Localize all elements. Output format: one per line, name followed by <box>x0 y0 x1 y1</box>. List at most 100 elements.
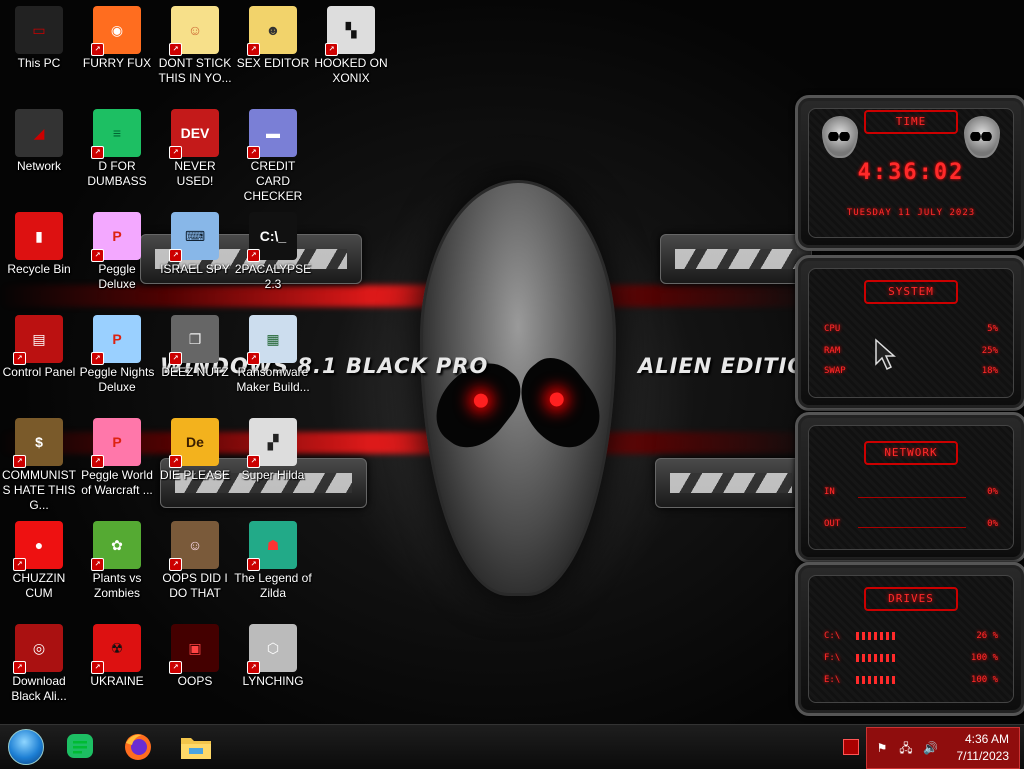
gadget-clock: 4:36:02 <box>857 160 965 185</box>
radiation-icon: ☢ ↗ <box>91 624 141 674</box>
desktop-icon-label: The Legend of Zilda <box>234 571 312 600</box>
desktop-icon-label: Recycle Bin <box>7 262 71 276</box>
shortcut-arrow-icon: ↗ <box>169 455 182 468</box>
taskbar-app-firefox[interactable] <box>118 729 158 765</box>
drive-row: E:\ 100 % <box>824 675 998 685</box>
tray-overflow-icon[interactable] <box>843 739 859 755</box>
desktop-icon-label: FURRY FUX <box>82 56 152 70</box>
desktop-icon-network[interactable]: ◢ Network <box>0 105 78 174</box>
taskbar-app-chat[interactable] <box>60 729 100 765</box>
time-gadget[interactable]: TIME 4:36:02 TUESDAY 11 JULY 2023 <box>795 95 1024 251</box>
taskbar-clock[interactable]: 4:36 AM 7/11/2023 <box>957 731 1010 765</box>
green-chat-icon <box>67 734 93 758</box>
shortcut-arrow-icon: ↗ <box>169 43 182 56</box>
desktop-icon-oops-did-i-do-that[interactable]: ☺ ↗ OOPS DID I DO THAT <box>156 517 234 601</box>
desktop-icon-super-hilda[interactable]: ▞ ↗ Super Hilda <box>234 414 312 483</box>
desktop-icon-dont-stick-this-in-yo[interactable]: ☺ ↗ DONT STICK THIS IN YO... <box>156 2 234 86</box>
recycle-bin-icon: ▮ <box>15 212 63 260</box>
desktop-icon-label: Ransomware Maker Build... <box>236 365 310 394</box>
portrait-painting-icon: ☺ ↗ <box>169 521 219 571</box>
desktop-icon-control-panel[interactable]: ▤ ↗ Control Panel <box>0 311 78 380</box>
desktop-icon-israel-spy[interactable]: ⌨ ↗ ISRAEL SPY <box>156 208 234 277</box>
shortcut-arrow-icon: ↗ <box>247 146 260 159</box>
credit-card-icon: ▬ ↗ <box>247 109 297 159</box>
desktop-icon-sex-editor[interactable]: ☻ ↗ SEX EDITOR <box>234 2 312 71</box>
desktop-icon-hooked-on-xonix[interactable]: ▚ ↗ HOOKED ON XONIX <box>312 2 390 86</box>
firefox-icon <box>125 734 151 760</box>
desktop-icon-peggle-deluxe[interactable]: P ↗ Peggle Deluxe <box>78 208 156 292</box>
shortcut-arrow-icon: ↗ <box>91 558 104 571</box>
system-row: CPU 5% <box>824 324 998 334</box>
system-tray: ⚑ 🖧 🔊 4:36 AM 7/11/2023 <box>866 727 1020 769</box>
desktop-icon-oops[interactable]: ▣ ↗ OOPS <box>156 620 234 689</box>
metal-plate <box>655 458 807 508</box>
drive-usage-bar <box>856 654 896 662</box>
xonix-game-icon: ▚ ↗ <box>325 6 375 56</box>
desktop-icon-label: DONT STICK THIS IN YO... <box>158 56 232 85</box>
system-gadget[interactable]: SYSTEM CPU 5% RAM 25% SWAP 18% <box>795 255 1024 411</box>
adobe-dimension-icon: De ↗ <box>169 418 219 468</box>
desktop-icon-furry-fux[interactable]: ◉ ↗ FURRY FUX <box>78 2 156 71</box>
network-gadget-header: NETWORK <box>864 441 958 465</box>
network-gadget[interactable]: NETWORK IN 0% OUT 0% <box>795 412 1024 563</box>
drives-gadget[interactable]: DRIVES C:\ 26 % F:\ 100 % E:\ 100 % <box>795 562 1024 716</box>
desktop-icon-download-black-ali[interactable]: ◎ ↗ Download Black Ali... <box>0 620 78 704</box>
shortcut-arrow-icon: ↗ <box>247 249 260 262</box>
system-row: SWAP 18% <box>824 366 998 376</box>
shortcut-arrow-icon: ↗ <box>91 455 104 468</box>
monitor-icon: ▭ <box>15 6 63 54</box>
volume-icon[interactable]: 🔊 <box>923 741 938 755</box>
desktop-icon-2pacalypse-2-3[interactable]: C:\_ ↗ 2PACALYPSE 2.3 <box>234 208 312 292</box>
peggle-nights-icon: P ↗ <box>91 315 141 365</box>
start-button[interactable] <box>6 729 46 765</box>
desktop-icon-chuzzin-cum[interactable]: ● ↗ CHUZZIN CUM <box>0 517 78 601</box>
desktop-icon-communists-hate-this-g[interactable]: $ ↗ COMMUNISTS HATE THIS G... <box>0 414 78 513</box>
desktop-icon-this-pc[interactable]: ▭ This PC <box>0 2 78 71</box>
drives-gadget-header: DRIVES <box>864 587 958 611</box>
desktop-icon-label: Control Panel <box>2 365 76 379</box>
firefox-icon: ◉ ↗ <box>91 6 141 56</box>
desktop-icon-deez-nutz[interactable]: ❐ ↗ DEEZ NUTZ <box>156 311 234 380</box>
shortcut-arrow-icon: ↗ <box>169 249 182 262</box>
desktop-icon-peggle-nights-deluxe[interactable]: P ↗ Peggle Nights Deluxe <box>78 311 156 395</box>
metal-plate <box>660 234 812 284</box>
control-panel-icon: ▤ ↗ <box>13 315 63 365</box>
time-gadget-header: TIME <box>864 110 958 134</box>
desktop-icon-d-for-dumbass[interactable]: ≡ ↗ D FOR DUMBASS <box>78 105 156 189</box>
drive-row: F:\ 100 % <box>824 653 998 663</box>
network-status-icon[interactable]: 🖧 <box>899 741 913 755</box>
shortcut-arrow-icon: ↗ <box>247 352 260 365</box>
peggle-wow-icon: P ↗ <box>91 418 141 468</box>
desktop-icon-never-used[interactable]: DEV ↗ NEVER USED! <box>156 105 234 189</box>
desktop-icon-ukraine[interactable]: ☢ ↗ UKRAINE <box>78 620 156 689</box>
desktop-icon-lynching[interactable]: ⬡ ↗ LYNCHING <box>234 620 312 689</box>
desktop-icon-ransomware-maker-build[interactable]: ▦ ↗ Ransomware Maker Build... <box>234 311 312 395</box>
desktop-icon-label: Peggle Nights Deluxe <box>79 365 155 394</box>
desktop-icon-die-please[interactable]: De ↗ DIE PLEASE <box>156 414 234 483</box>
desktop-icon-label: Plants vs Zombies <box>92 571 142 600</box>
action-center-flag-icon[interactable]: ⚑ <box>875 741 889 755</box>
stacked-windows-icon: ❐ ↗ <box>169 315 219 365</box>
mouse-cursor-icon <box>875 338 896 371</box>
shortcut-arrow-icon: ↗ <box>169 558 182 571</box>
network-row: OUT 0% <box>824 519 998 529</box>
desktop-icon-label: CHUZZIN CUM <box>12 571 66 600</box>
desktop-icon-label: HOOKED ON XONIX <box>314 56 388 85</box>
taskbar-date: 7/11/2023 <box>956 749 1010 763</box>
shortcut-arrow-icon: ↗ <box>91 43 104 56</box>
money-bag-icon: $ ↗ <box>13 418 63 468</box>
desktop-icon-plants-vs-zombies[interactable]: ✿ ↗ Plants vs Zombies <box>78 517 156 601</box>
hex-emblem-icon: ⬡ ↗ <box>247 624 297 674</box>
peggle-icon: P ↗ <box>91 212 141 262</box>
desktop-icon-label: OOPS DID I DO THAT <box>162 571 228 600</box>
desktop-icon-label: Download Black Ali... <box>11 674 67 703</box>
desktop-icon-label: D FOR DUMBASS <box>87 159 147 188</box>
taskbar-app-explorer[interactable] <box>176 729 216 765</box>
desktop-icon-peggle-world-of-warcraft[interactable]: P ↗ Peggle World of Warcraft ... <box>78 414 156 498</box>
shortcut-arrow-icon: ↗ <box>247 558 260 571</box>
desktop-icon-credit-card-checker[interactable]: ▬ ↗ CREDIT CARD CHECKER <box>234 105 312 204</box>
alien-orb-icon: ◎ ↗ <box>13 624 63 674</box>
drive-usage-bar <box>856 676 896 684</box>
desktop-icon-the-legend-of-zilda[interactable]: ☗ ↗ The Legend of Zilda <box>234 517 312 601</box>
desktop-icon-recycle-bin[interactable]: ▮ Recycle Bin <box>0 208 78 277</box>
